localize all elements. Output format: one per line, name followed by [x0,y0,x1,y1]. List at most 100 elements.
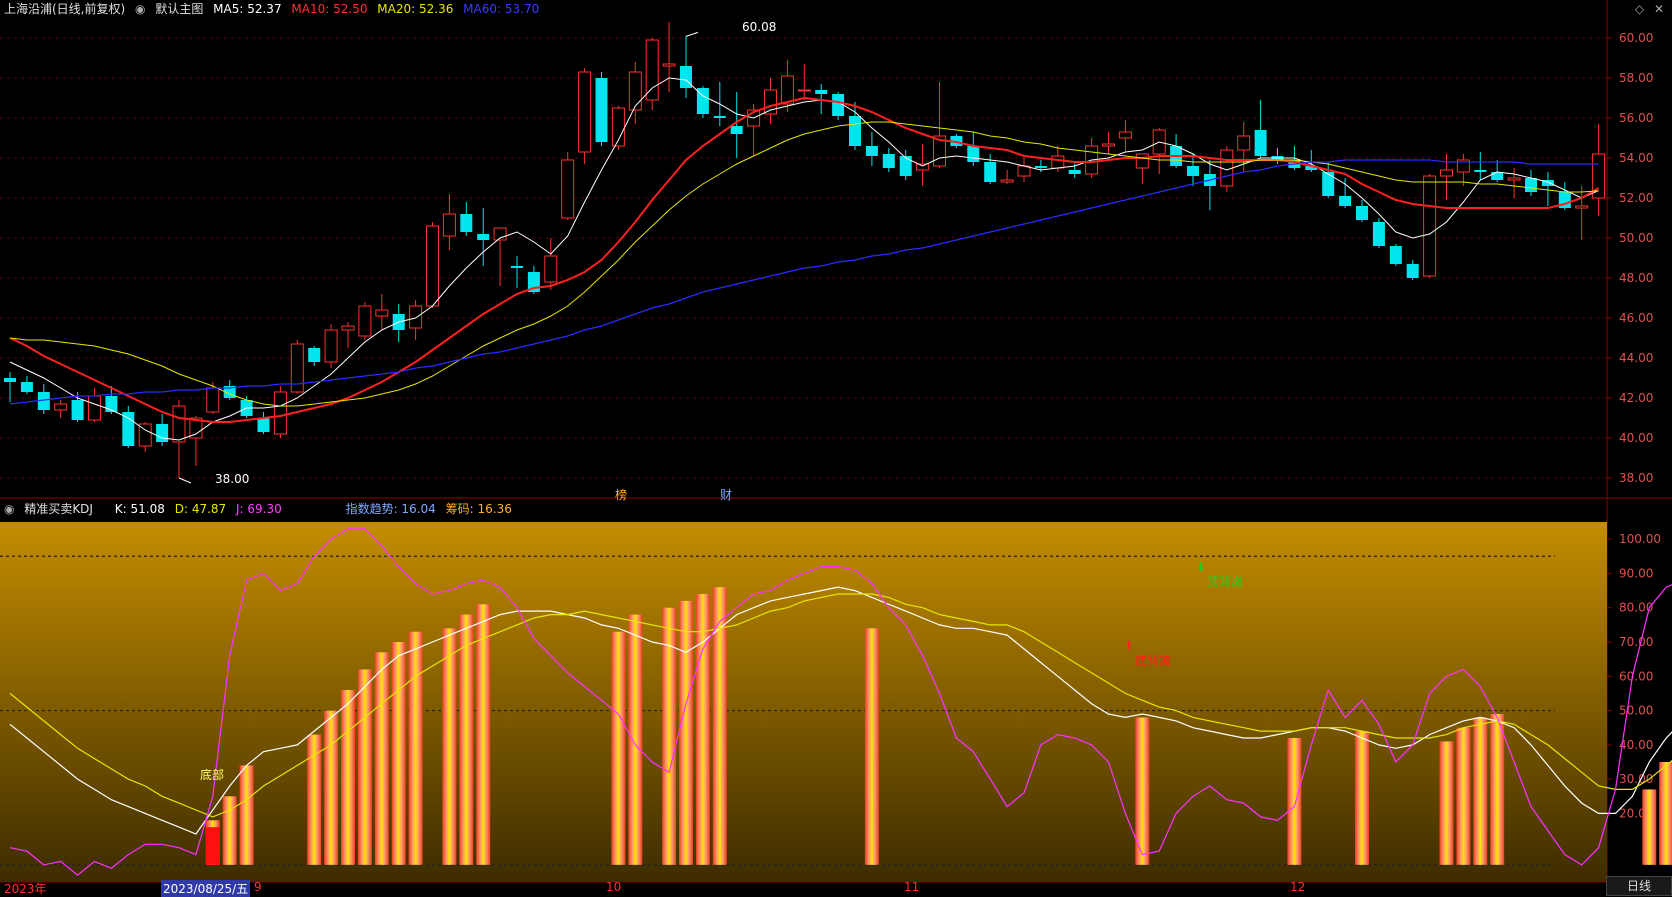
price-tick-label: 52.00 [1619,191,1653,205]
date-axis-oct: 10 [606,880,622,894]
candle-body-up [578,71,592,153]
chip-bar [391,642,406,865]
candle-body-down [899,156,912,176]
dropdown-circle-icon[interactable]: ◉ [4,502,14,516]
candle-body-down [1356,206,1368,220]
chip-bar [374,652,389,865]
indicator-name[interactable]: 精准买卖KDJ [24,502,93,516]
diamond-icon[interactable]: ◇ [1635,2,1644,16]
price-tick-label: 56.00 [1619,111,1653,125]
finance-marker[interactable]: 财 [720,486,732,503]
candle-body-up [645,39,659,101]
price-tick-label: 40.00 [1619,431,1653,445]
candle-body-down [71,400,84,420]
k-label: K: 51.08 [114,502,165,516]
candle-body-down [849,116,861,146]
candle-body-down [1525,178,1537,192]
price-tick-label: 46.00 [1619,311,1653,325]
candle-body-down [984,162,997,182]
price-tick-label: 42.00 [1619,391,1653,405]
bottom-signal-marker [205,827,220,865]
candle-body-down [882,154,895,168]
candle-body-up [1051,155,1065,169]
candle-body-down [967,146,980,162]
price-tick-label: 50.00 [1619,231,1653,245]
candle-body-down [477,234,490,240]
candle-body-up [426,225,439,307]
candle-body-up [409,305,423,329]
candle-body-up [916,163,930,171]
candle-body-up [628,71,642,111]
price-tick-label: 38.00 [1619,471,1653,485]
price-tick-label: 54.00 [1619,151,1653,165]
candle-body-up [290,343,304,393]
chip-bar [695,594,710,865]
period-tab-daily[interactable]: 日线 [1606,876,1672,896]
chip-bar [408,631,423,865]
candle-body-up [375,309,389,317]
price-tick-label: 60.00 [1619,31,1653,45]
chip-bar [459,614,474,865]
price-tick-label: 58.00 [1619,71,1653,85]
candle-body-down [1034,166,1047,168]
candle-body-down [865,146,878,156]
candle-body-up [1575,205,1589,209]
candle-body-up [54,403,68,411]
candle-body-down [20,382,33,392]
bottom-divergence-label: 底背离 [1135,654,1172,668]
ma60-label: MA60: 53.70 [463,2,540,16]
top-divergence-label: 顶背离 [1207,575,1244,589]
ma10-label: MA10: 52.50 [291,2,368,16]
chip-bar [662,607,677,865]
chip-bar [442,628,457,865]
template-label[interactable]: 默认主图 [155,2,203,16]
stock-title[interactable]: 上海沿浦(日线,前复权) [4,2,125,16]
candle-body-down [1254,130,1267,156]
chip-bar [1456,727,1471,865]
high-price-label: 60.08 [742,20,777,34]
candle-body-down [595,78,608,142]
kdj-tick-label: 90.00 [1619,566,1653,580]
candle-body-up [206,387,220,413]
price-tick-label: 48.00 [1619,271,1653,285]
candle-body-up [1135,153,1149,169]
candle-body-down [1068,170,1081,174]
candle-body-up [88,395,101,421]
stock-chart[interactable]: 38.00 40.00 42.00 44.00 46.00 48.00 50.00 52.00… [0,0,1672,896]
candle-body-up [1237,135,1251,151]
candle-body-down [1491,172,1504,180]
candle-body-down [156,424,169,442]
date-cursor-label: 2023/08/25/五 [161,880,251,897]
chip-bar [1355,731,1369,865]
candle-body-down [1389,246,1402,264]
candle-body-up [442,213,456,237]
candle-body-up [1423,175,1437,277]
dropdown-circle-icon[interactable]: ◉ [135,2,145,16]
chip-bar [679,600,693,865]
chip-bar [341,690,355,865]
candle-body-up [1440,169,1453,177]
price-tick-label: 44.00 [1619,351,1653,365]
chip-bar [307,734,322,865]
rank-marker[interactable]: 榜 [615,486,627,503]
candle-body-up [273,391,287,435]
chip-label: 筹码: 16.36 [445,502,512,516]
kdj-tick-label: 40.00 [1619,738,1653,752]
chip-bar [239,765,254,865]
candle-body-up [358,305,372,337]
candle-body-down [730,126,743,134]
d-label: D: 47.87 [174,502,227,516]
kdj-indicator-pane[interactable]: 20.0030.0040.0050.0060.0070.0080.0090.00… [0,522,1672,883]
chip-bar [628,614,643,865]
top-divergence-arrow-icon: 🠛 [1198,560,1205,574]
chip-bar [1473,717,1488,865]
candle-body-up [561,159,575,219]
j-label: J: 69.30 [236,502,282,516]
indicator-header: ◉ 精准买卖KDJ K: 51.08 D: 47.87 J: 69.30 指数趋… [4,500,518,518]
close-icon[interactable]: ✕ [1654,2,1664,16]
chip-bar [1659,762,1672,865]
candle-body-down [815,90,828,94]
candle-body-down [122,412,135,446]
candle-body-down [1406,264,1419,278]
candle-body-down [257,418,270,432]
